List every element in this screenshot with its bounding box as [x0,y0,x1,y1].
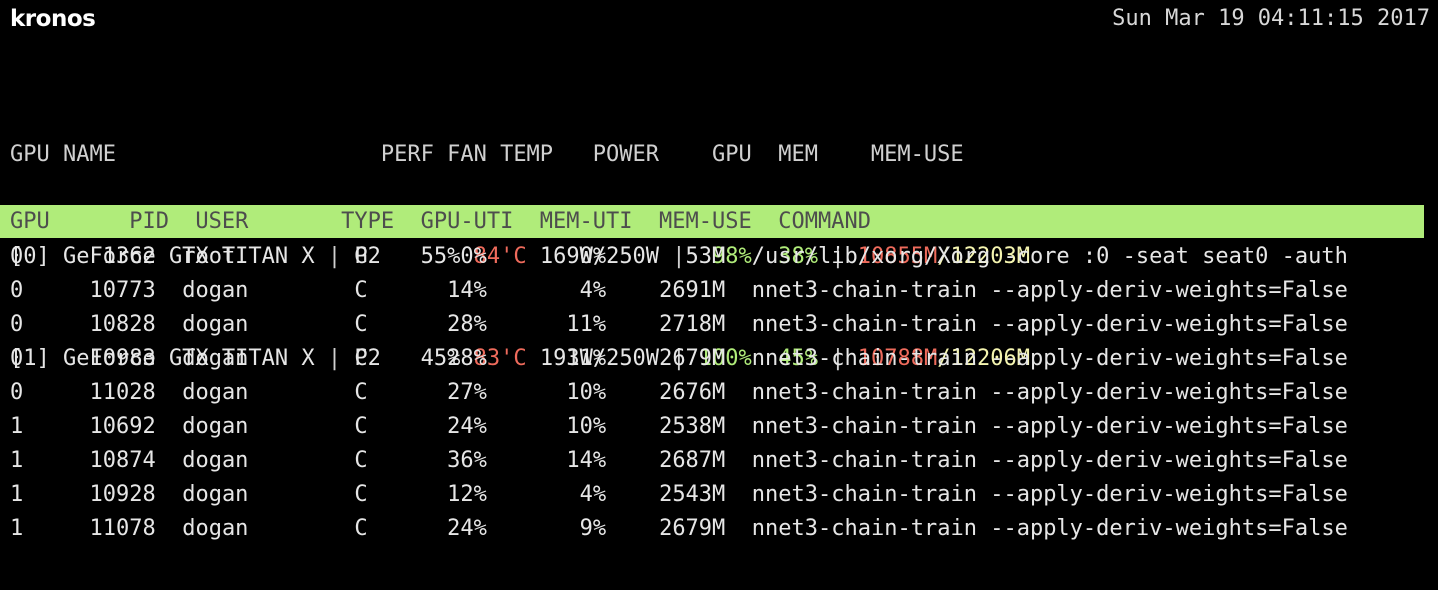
process-table-body: 0 1362 root G 0% 0% 53M /usr/lib/xorg/Xo… [10,240,1348,546]
hostname-label: kronos [10,6,96,32]
process-gpu-util-cell: 27% [394,380,514,405]
process-user-cell: dogan [182,278,328,303]
process-gpu-util-cell: 24% [394,414,514,439]
process-command-cell: nnet3-chain-train --apply-deriv-weights=… [751,414,1348,439]
process-type-cell: C [327,380,395,405]
process-command-cell: nnet3-chain-train --apply-deriv-weights=… [751,448,1348,473]
process-gpu-cell: 0 [10,278,50,303]
process-pid-cell: 10773 [49,278,183,303]
table-row: 0 10773 dogan C 14% 4% 2691M nnet3-chain… [10,274,1348,308]
process-mem-util-cell: 11% [513,346,633,371]
process-mem-use-cell: 2691M [632,278,752,303]
process-user-cell: dogan [182,516,328,541]
process-mem-use-cell: 2679M [632,346,752,371]
process-pid-cell: 11078 [49,516,183,541]
process-type-cell: C [327,448,395,473]
process-gpu-util-cell: 28% [394,346,514,371]
process-command-cell: nnet3-chain-train --apply-deriv-weights=… [751,482,1348,507]
gpu-table-header-line: GPU NAME PERF FAN TEMP POWER GPU MEM MEM… [10,142,964,167]
process-gpu-util-cell: 36% [394,448,514,473]
process-type-cell: C [327,312,395,337]
process-pid-cell: 10983 [49,346,183,371]
process-mem-util-cell: 11% [513,312,633,337]
gpu-table-header-row: GPU NAME PERF FAN TEMP POWER GPU MEM MEM… [10,138,1030,172]
process-user-cell: root [182,244,328,269]
process-gpu-util-cell: 28% [394,312,514,337]
table-row: 1 10692 dogan C 24% 10% 2538M nnet3-chai… [10,410,1348,444]
table-row: 0 11028 dogan C 27% 10% 2676M nnet3-chai… [10,376,1348,410]
process-type-cell: C [327,346,395,371]
process-command-cell: nnet3-chain-train --apply-deriv-weights=… [751,346,1348,371]
process-mem-util-cell: 9% [513,516,633,541]
table-row: 1 11078 dogan C 24% 9% 2679M nnet3-chain… [10,512,1348,546]
process-user-cell: dogan [182,312,328,337]
process-pid-cell: 10828 [49,312,183,337]
process-gpu-cell: 1 [10,482,50,507]
process-user-cell: dogan [182,380,328,405]
process-command-cell: nnet3-chain-train --apply-deriv-weights=… [751,278,1348,303]
process-gpu-util-cell: 14% [394,278,514,303]
table-row: 0 1362 root G 0% 0% 53M /usr/lib/xorg/Xo… [10,240,1348,274]
process-user-cell: dogan [182,346,328,371]
table-row: 1 10874 dogan C 36% 14% 2687M nnet3-chai… [10,444,1348,478]
process-pid-cell: 10874 [49,448,183,473]
process-pid-cell: 1362 [49,244,183,269]
process-type-cell: C [327,482,395,507]
process-mem-util-cell: 10% [513,414,633,439]
process-gpu-cell: 0 [10,346,50,371]
table-row: 1 10928 dogan C 12% 4% 2543M nnet3-chain… [10,478,1348,512]
process-mem-use-cell: 53M [632,244,752,269]
process-gpu-util-cell: 0% [394,244,514,269]
process-gpu-cell: 1 [10,448,50,473]
process-mem-util-cell: 4% [513,278,633,303]
process-mem-use-cell: 2676M [632,380,752,405]
process-command-cell: /usr/lib/xorg/Xorg -core :0 -seat seat0 … [751,244,1348,269]
process-mem-use-cell: 2687M [632,448,752,473]
table-row: 0 10983 dogan C 28% 11% 2679M nnet3-chai… [10,342,1348,376]
process-mem-util-cell: 0% [513,244,633,269]
process-gpu-cell: 0 [10,380,50,405]
process-command-cell: nnet3-chain-train --apply-deriv-weights=… [751,312,1348,337]
process-user-cell: dogan [182,482,328,507]
process-command-cell: nnet3-chain-train --apply-deriv-weights=… [751,516,1348,541]
process-mem-use-cell: 2543M [632,482,752,507]
process-user-cell: dogan [182,414,328,439]
process-type-cell: G [327,244,395,269]
process-type-cell: C [327,516,395,541]
process-gpu-util-cell: 24% [394,516,514,541]
process-mem-util-cell: 10% [513,380,633,405]
process-mem-use-cell: 2538M [632,414,752,439]
terminal-window: kronos Sun Mar 19 04:11:15 2017 GPU NAME… [0,0,1438,590]
process-pid-cell: 10692 [49,414,183,439]
process-type-cell: C [327,414,395,439]
process-pid-cell: 10928 [49,482,183,507]
process-pid-cell: 11028 [49,380,183,405]
process-mem-util-cell: 14% [513,448,633,473]
process-mem-use-cell: 2718M [632,312,752,337]
process-table-header: GPU PID USER TYPE GPU-UTI MEM-UTI MEM-US… [0,205,1424,238]
process-mem-util-cell: 4% [513,482,633,507]
process-user-cell: dogan [182,448,328,473]
process-gpu-util-cell: 12% [394,482,514,507]
process-command-cell: nnet3-chain-train --apply-deriv-weights=… [751,380,1348,405]
process-mem-use-cell: 2679M [632,516,752,541]
process-gpu-cell: 0 [10,312,50,337]
process-gpu-cell: 1 [10,516,50,541]
process-gpu-cell: 1 [10,414,50,439]
process-gpu-cell: 0 [10,244,50,269]
terminal-top-bar: kronos Sun Mar 19 04:11:15 2017 [0,2,1438,40]
table-row: 0 10828 dogan C 28% 11% 2718M nnet3-chai… [10,308,1348,342]
process-table-header-line: GPU PID USER TYPE GPU-UTI MEM-UTI MEM-US… [10,209,871,234]
timestamp-label: Sun Mar 19 04:11:15 2017 [1112,6,1430,31]
process-type-cell: C [327,278,395,303]
